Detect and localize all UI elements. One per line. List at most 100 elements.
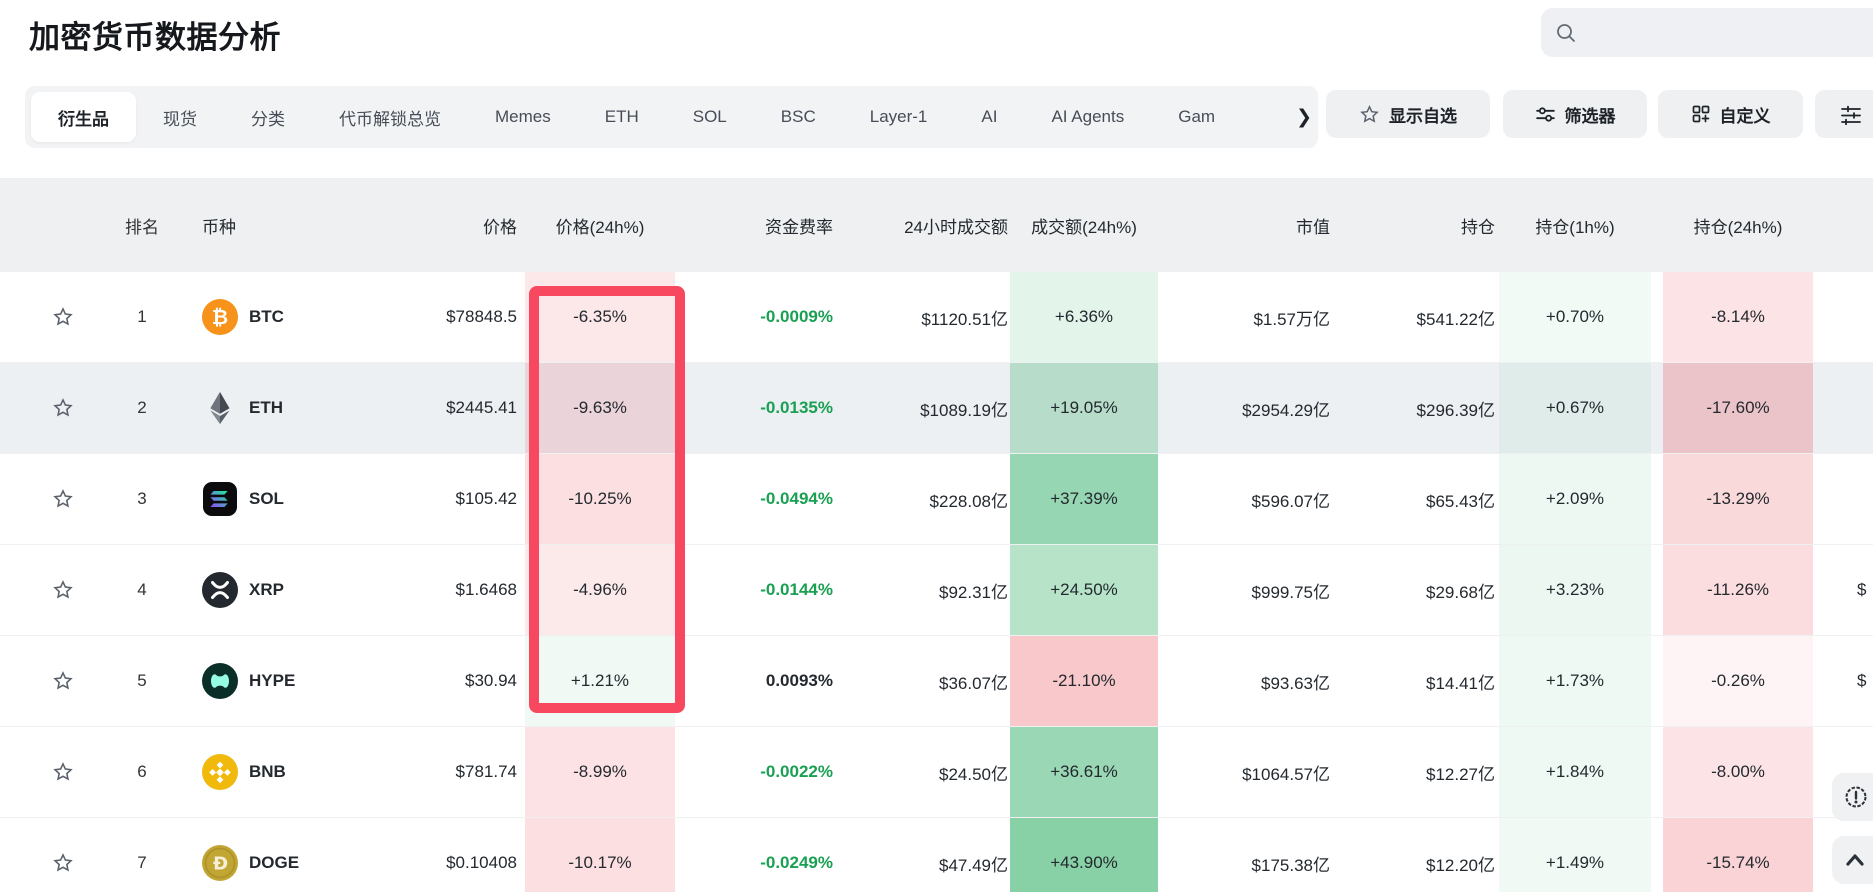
- row-tail-clipped: [1813, 272, 1873, 362]
- funding-rate: -0.0249%: [760, 853, 833, 872]
- volume-change-24h-cell: +37.39%: [1010, 454, 1158, 544]
- sol-icon: [202, 481, 238, 517]
- col-funding-rate[interactable]: 资金费率: [675, 178, 841, 272]
- price: $781.74: [455, 762, 517, 781]
- volume-24h: $1089.19亿: [920, 400, 1008, 420]
- open-interest: $65.43亿: [1426, 491, 1495, 511]
- tab-sol[interactable]: SOL: [666, 107, 754, 127]
- volume-24h: $24.50亿: [939, 764, 1008, 784]
- col-price-change-24h[interactable]: 价格(24h%): [525, 178, 675, 272]
- volume-change-24h-cell: +24.50%: [1010, 545, 1158, 635]
- col-price[interactable]: 价格: [415, 178, 525, 272]
- tab-categories[interactable]: 分类: [224, 105, 312, 130]
- star-icon: [1360, 104, 1379, 123]
- customize-button[interactable]: 自定义: [1658, 90, 1803, 138]
- volume-change-24h-cell: -21.10%: [1010, 636, 1158, 726]
- volume-24h: $92.31亿: [939, 582, 1008, 602]
- eth-icon: [202, 390, 238, 426]
- tab-eth[interactable]: ETH: [578, 107, 666, 127]
- coin-cell[interactable]: Ð DOGE: [192, 818, 415, 892]
- open-interest: $29.68亿: [1426, 582, 1495, 602]
- doge-icon: Ð: [202, 845, 238, 881]
- col-oi-change-24h[interactable]: 持仓(24h%): [1663, 178, 1813, 272]
- favorite-star-cell[interactable]: [0, 454, 92, 544]
- col-rank[interactable]: 排名: [92, 178, 192, 272]
- volume-change-24h-cell: +19.05%: [1010, 363, 1158, 453]
- tab-ai-agents[interactable]: AI Agents: [1024, 107, 1151, 127]
- crypto-dashboard: 加密货币数据分析 衍生品 现货 分类 代币解锁总览 Memes ETH SOL …: [0, 0, 1873, 892]
- tab-gaming-truncated[interactable]: Gam: [1151, 107, 1219, 127]
- col-favorite: [0, 178, 92, 272]
- favorite-star-icon[interactable]: [52, 761, 74, 783]
- tab-memes[interactable]: Memes: [468, 107, 578, 127]
- price: $30.94: [465, 671, 517, 690]
- favorite-star-icon[interactable]: [52, 306, 74, 328]
- tab-derivatives[interactable]: 衍生品: [31, 92, 136, 142]
- market-cap: $999.75亿: [1251, 582, 1330, 602]
- oi-change-24h-cell: -13.29%: [1663, 454, 1813, 544]
- col-volume-24h[interactable]: 24小时成交额: [841, 178, 1010, 272]
- table-settings-button[interactable]: [1815, 90, 1873, 138]
- filter-button[interactable]: 筛选器: [1503, 90, 1647, 138]
- oi-change-1h-cell: +1.84%: [1499, 727, 1651, 817]
- col-open-interest[interactable]: 持仓: [1334, 178, 1499, 272]
- price: $0.10408: [446, 853, 517, 872]
- market-cap: $93.63亿: [1261, 673, 1330, 693]
- tab-bsc[interactable]: BSC: [754, 107, 843, 127]
- favorite-star-icon[interactable]: [52, 852, 74, 874]
- table-row[interactable]: 1 ₿ BTC $78848.5 -6.35% -0.0009% $1120.5…: [0, 272, 1873, 363]
- coin-cell[interactable]: HYPE: [192, 636, 415, 726]
- table-row[interactable]: 3 SOL $105.42 -10.25% -0.0494% $228.08亿 …: [0, 454, 1873, 545]
- coin-cell[interactable]: BNB: [192, 727, 415, 817]
- tab-spot[interactable]: 现货: [136, 105, 224, 130]
- show-watchlist-button[interactable]: 显示自选: [1326, 90, 1490, 138]
- coin-cell[interactable]: SOL: [192, 454, 415, 544]
- col-coin[interactable]: 币种: [192, 178, 415, 272]
- coin-cell[interactable]: XRP: [192, 545, 415, 635]
- search-input[interactable]: [1577, 7, 1873, 58]
- favorite-star-cell[interactable]: [0, 363, 92, 453]
- favorite-star-cell[interactable]: [0, 636, 92, 726]
- coin-cell[interactable]: ETH: [192, 363, 415, 453]
- col-oi-change-1h[interactable]: 持仓(1h%): [1499, 178, 1651, 272]
- volume-24h: $36.07亿: [939, 673, 1008, 693]
- table-row[interactable]: 2 ETH $2445.41 -9.63% -0.0135% $1089.19亿…: [0, 363, 1873, 454]
- col-market-cap[interactable]: 市值: [1158, 178, 1334, 272]
- price: $1.6468: [455, 580, 517, 599]
- favorite-star-icon[interactable]: [52, 488, 74, 510]
- favorite-star-icon[interactable]: [52, 670, 74, 692]
- table-row[interactable]: 5 HYPE $30.94 +1.21% 0.0093% $36.07亿 -21…: [0, 636, 1873, 727]
- favorite-star-cell[interactable]: [0, 545, 92, 635]
- table-row[interactable]: 4 XRP $1.6468 -4.96% -0.0144% $92.31亿 +2…: [0, 545, 1873, 636]
- oi-change-24h-cell: -11.26%: [1663, 545, 1813, 635]
- coin-cell[interactable]: ₿ BTC: [192, 272, 415, 362]
- btc-icon: ₿: [202, 299, 238, 335]
- market-cap: $1064.57亿: [1242, 764, 1330, 784]
- rank: 7: [137, 853, 147, 872]
- report-issue-fab[interactable]: [1832, 773, 1873, 821]
- oi-change-24h-cell: -0.26%: [1663, 636, 1813, 726]
- scroll-top-fab[interactable]: [1832, 836, 1873, 884]
- tab-token-unlock[interactable]: 代币解锁总览: [312, 105, 468, 130]
- col-volume-change-24h[interactable]: 成交额(24h%): [1010, 178, 1158, 272]
- row-tail-clipped: $: [1857, 671, 1867, 690]
- price-change-24h-cell: -6.35%: [525, 272, 675, 362]
- tab-layer1[interactable]: Layer-1: [843, 107, 955, 127]
- row-tail-clipped: [1813, 363, 1873, 453]
- search-box[interactable]: [1541, 7, 1873, 58]
- favorite-star-cell[interactable]: [0, 727, 92, 817]
- xrp-icon: [202, 572, 238, 608]
- price-change-24h-cell: -10.17%: [525, 818, 675, 892]
- table-row[interactable]: 6 BNB $781.74 -8.99% -0.0022% $24.50亿 +3…: [0, 727, 1873, 818]
- favorite-star-cell[interactable]: [0, 272, 92, 362]
- table-row[interactable]: 7 Ð DOGE $0.10408 -10.17% -0.0249% $47.4…: [0, 818, 1873, 892]
- coin-symbol: SOL: [249, 489, 284, 508]
- favorite-star-cell[interactable]: [0, 818, 92, 892]
- open-interest: $12.20亿: [1426, 855, 1495, 875]
- favorite-star-icon[interactable]: [52, 397, 74, 419]
- volume-change-24h-cell: +43.90%: [1010, 818, 1158, 892]
- tabs-more-chevron-icon[interactable]: ❯: [1296, 86, 1312, 148]
- coin-symbol: ETH: [249, 398, 283, 417]
- favorite-star-icon[interactable]: [52, 579, 74, 601]
- tab-ai[interactable]: AI: [954, 107, 1024, 127]
